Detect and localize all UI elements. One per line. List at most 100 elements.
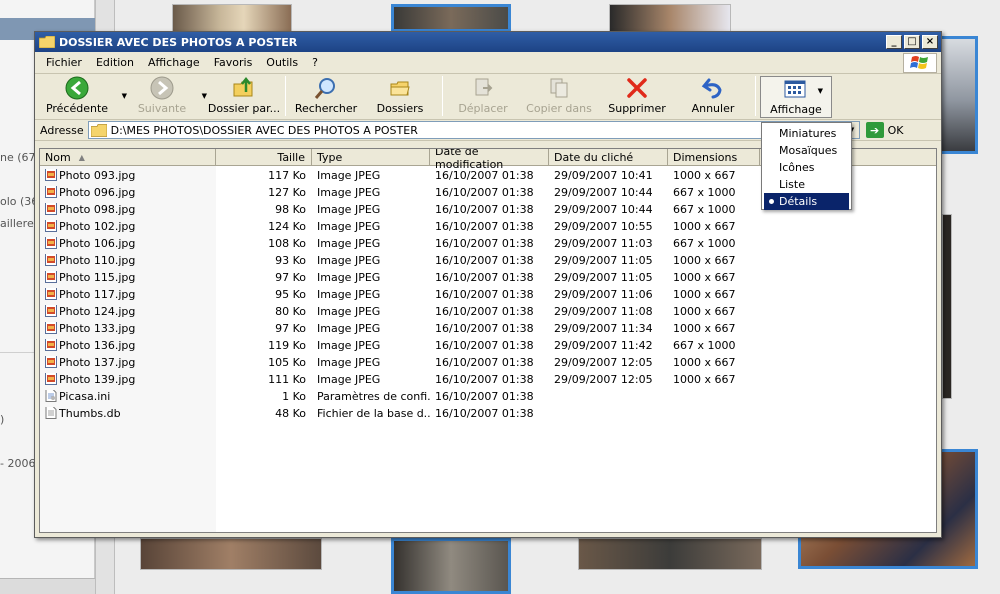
file-size-cell: 108 Ko (268, 237, 306, 250)
undo-button[interactable]: Annuler (675, 76, 751, 118)
back-arrow-icon (65, 76, 89, 100)
minimize-button[interactable]: _ (886, 35, 902, 49)
file-size-cell: 80 Ko (275, 305, 306, 318)
folder-icon (90, 123, 107, 137)
photo-thumbnail-selected[interactable] (391, 4, 511, 32)
file-modified-cell: 16/10/2007 01:38 (435, 237, 534, 250)
sidebar-fragment-5[interactable]: - 2006 (0, 457, 35, 470)
file-dims-cell: 1000 x 667 (673, 288, 736, 301)
explorer-window: DOSSIER AVEC DES PHOTOS A POSTER _ □ × F… (34, 31, 942, 538)
window-titlebar[interactable]: DOSSIER AVEC DES PHOTOS A POSTER _ □ × (35, 32, 941, 52)
column-header-name[interactable]: Nom ▲ (40, 149, 216, 166)
file-modified-cell: 16/10/2007 01:38 (435, 322, 534, 335)
photo-thumbnail[interactable] (609, 4, 731, 32)
view-button[interactable]: Affichage ▼ (760, 76, 832, 118)
go-arrow-icon: ➔ (865, 122, 884, 138)
file-name-cell: Photo 093.jpg (40, 168, 216, 183)
file-row[interactable]: Photo 136.jpg 119 Ko Image JPEG 16/10/2007 … (40, 337, 936, 354)
menu-affichage[interactable]: Affichage (141, 56, 207, 69)
file-dims-cell: 667 x 1000 (673, 186, 736, 199)
view-option-details[interactable]: Détails (764, 193, 849, 210)
file-row[interactable]: Photo 133.jpg 97 Ko Image JPEG 16/10/2007 0… (40, 320, 936, 337)
copy-to-label: Copier dans (526, 102, 592, 115)
file-row[interactable]: Picasa.ini 1 Ko Paramètres de confi... 16/1… (40, 388, 936, 405)
file-row[interactable]: Photo 124.jpg 80 Ko Image JPEG 16/10/2007 0… (40, 303, 936, 320)
file-row[interactable]: Photo 139.jpg 111 Ko Image JPEG 16/10/2007 … (40, 371, 936, 388)
maximize-button[interactable]: □ (904, 35, 920, 49)
file-size-cell: 97 Ko (275, 322, 306, 335)
column-header-type[interactable]: Type (312, 149, 430, 166)
view-option-icons[interactable]: Icônes (764, 159, 849, 176)
file-dims-cell: 1000 x 667 (673, 271, 736, 284)
photo-thumbnail[interactable] (942, 214, 952, 399)
file-modified-cell: 16/10/2007 01:38 (435, 407, 534, 420)
photo-thumbnail[interactable] (172, 4, 292, 32)
column-header-taken[interactable]: Date du cliché (549, 149, 668, 166)
back-button[interactable]: Précédente ▼ (39, 76, 127, 118)
sidebar-horizontal-scrollbar[interactable] (0, 578, 95, 594)
address-input[interactable]: D:\MES PHOTOS\DOSSIER AVEC DES PHOTOS A … (87, 121, 860, 139)
file-type-cell: Image JPEG (317, 356, 381, 369)
photo-thumbnail-selected[interactable] (391, 538, 511, 594)
sort-ascending-icon: ▲ (78, 153, 85, 162)
view-option-list[interactable]: Liste (764, 176, 849, 193)
file-taken-cell: 29/09/2007 11:34 (554, 322, 653, 335)
file-dims-cell: 667 x 1000 (673, 237, 736, 250)
folders-icon (390, 81, 410, 96)
file-type-cell: Image JPEG (317, 271, 381, 284)
sidebar-fragment-3[interactable]: ailleret (0, 217, 38, 230)
forward-label: Suivante (137, 102, 187, 115)
forward-button[interactable]: Suivante ▼ (129, 76, 207, 118)
file-type-cell: Image JPEG (317, 254, 381, 267)
up-folder-button[interactable]: Dossier par... (207, 76, 281, 118)
menu-fichier[interactable]: Fichier (39, 56, 89, 69)
go-button[interactable]: ➔ OK (865, 122, 903, 138)
file-taken-cell: 29/09/2007 12:05 (554, 356, 653, 369)
file-taken-cell: 29/09/2007 10:55 (554, 220, 653, 233)
close-button[interactable]: × (922, 35, 938, 49)
file-row[interactable]: Photo 115.jpg 97 Ko Image JPEG 16/10/2007 0… (40, 269, 936, 286)
menu-outils[interactable]: Outils (259, 56, 305, 69)
file-row[interactable]: Thumbs.db 48 Ko Fichier de la base d... 16/… (40, 405, 936, 422)
file-modified-cell: 16/10/2007 01:38 (435, 169, 534, 182)
file-taken-cell: 29/09/2007 10:41 (554, 169, 653, 182)
view-grid-icon (784, 80, 806, 98)
menu-help[interactable]: ? (305, 56, 325, 69)
file-name-cell: Photo 117.jpg (40, 287, 216, 302)
file-size-cell: 48 Ko (275, 407, 306, 420)
menu-favoris[interactable]: Favoris (207, 56, 260, 69)
search-button[interactable]: Rechercher (290, 76, 362, 118)
view-dropdown-arrow-icon[interactable]: ▼ (818, 87, 823, 95)
file-dims-cell: 1000 x 667 (673, 373, 736, 386)
file-modified-cell: 16/10/2007 01:38 (435, 203, 534, 216)
file-row[interactable]: Photo 102.jpg 124 Ko Image JPEG 16/10/2007 … (40, 218, 936, 235)
column-header-dimensions[interactable]: Dimensions (668, 149, 760, 166)
photo-thumbnail[interactable] (578, 538, 762, 570)
sidebar-fragment-4[interactable]: ) (0, 413, 4, 426)
file-dims-cell: 1000 x 667 (673, 305, 736, 318)
file-row[interactable]: Photo 106.jpg 108 Ko Image JPEG 16/10/2007 … (40, 235, 936, 252)
photo-thumbnail-selected[interactable] (938, 36, 978, 154)
delete-button[interactable]: Supprimer (599, 76, 675, 118)
file-row[interactable]: Photo 137.jpg 105 Ko Image JPEG 16/10/2007 … (40, 354, 936, 371)
forward-arrow-icon (150, 76, 174, 100)
back-dropdown-arrow-icon[interactable]: ▼ (122, 92, 127, 100)
column-header-size[interactable]: Taille (216, 149, 312, 166)
view-option-thumbnails[interactable]: Miniatures (764, 125, 849, 142)
folder-up-icon (233, 76, 253, 97)
file-size-cell: 111 Ko (268, 373, 306, 386)
view-option-tiles[interactable]: Mosaïques (764, 142, 849, 159)
file-taken-cell: 29/09/2007 11:42 (554, 339, 653, 352)
photo-thumbnail[interactable] (140, 538, 322, 570)
file-size-cell: 95 Ko (275, 288, 306, 301)
menu-bar: Fichier Edition Affichage Favoris Outils… (35, 52, 941, 74)
move-to-button[interactable]: Déplacer (447, 76, 519, 118)
copy-to-button[interactable]: Copier dans (519, 76, 599, 118)
toolbar-separator (442, 76, 443, 116)
file-row[interactable]: Photo 110.jpg 93 Ko Image JPEG 16/10/2007 0… (40, 252, 936, 269)
file-row[interactable]: Photo 117.jpg 95 Ko Image JPEG 16/10/2007 0… (40, 286, 936, 303)
column-header-modified[interactable]: Date de modification (430, 149, 549, 171)
menu-edition[interactable]: Edition (89, 56, 141, 69)
folders-button[interactable]: Dossiers (362, 76, 438, 118)
file-size-cell: 119 Ko (268, 339, 306, 352)
